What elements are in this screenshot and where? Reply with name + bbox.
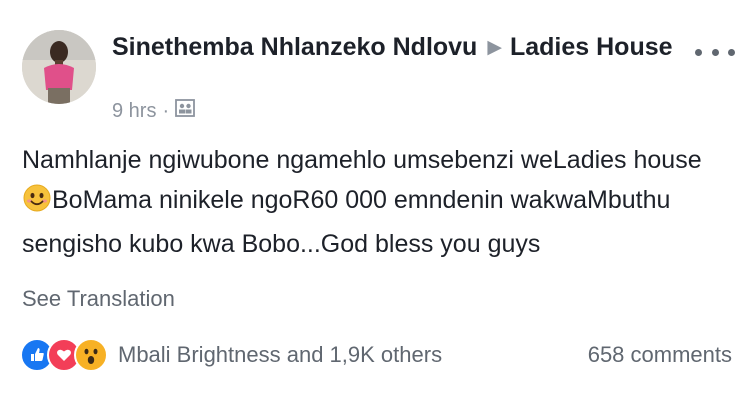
post-text-part2: BoMama ninikele ngoR60 000 emndenin wakw… [22, 186, 671, 258]
see-translation-link[interactable]: See Translation [22, 286, 175, 312]
post-header: Sinethemba Nhlanzeko Ndlovu ▶ Ladies House [112, 32, 702, 63]
group-audience-icon[interactable] [175, 99, 196, 123]
post-time[interactable]: 9 hrs [112, 100, 156, 123]
post-body: Namhlanje ngiwubone ngamehlo umsebenzi w… [22, 140, 727, 264]
reaction-summary[interactable] [20, 338, 108, 372]
post-footer: Mbali Brightness and 1,9K others 658 com… [20, 337, 732, 373]
post-meta: 9 hrs · [112, 99, 196, 123]
author-name[interactable]: Sinethemba Nhlanzeko Ndlovu [112, 33, 477, 61]
meta-separator: · [162, 99, 170, 122]
reactions-count-link[interactable]: Mbali Brightness and 1,9K others [118, 342, 442, 368]
arrow-right-icon: ▶ [487, 37, 502, 58]
comments-count-link[interactable]: 658 comments [588, 342, 732, 368]
wow-icon [74, 338, 108, 372]
author-avatar[interactable] [22, 30, 96, 104]
group-name[interactable]: Ladies House [510, 33, 673, 61]
more-options-icon[interactable] [695, 45, 735, 59]
smiling-face-emoji [23, 184, 51, 224]
post-text-part1: Namhlanje ngiwubone ngamehlo umsebenzi w… [22, 146, 702, 174]
